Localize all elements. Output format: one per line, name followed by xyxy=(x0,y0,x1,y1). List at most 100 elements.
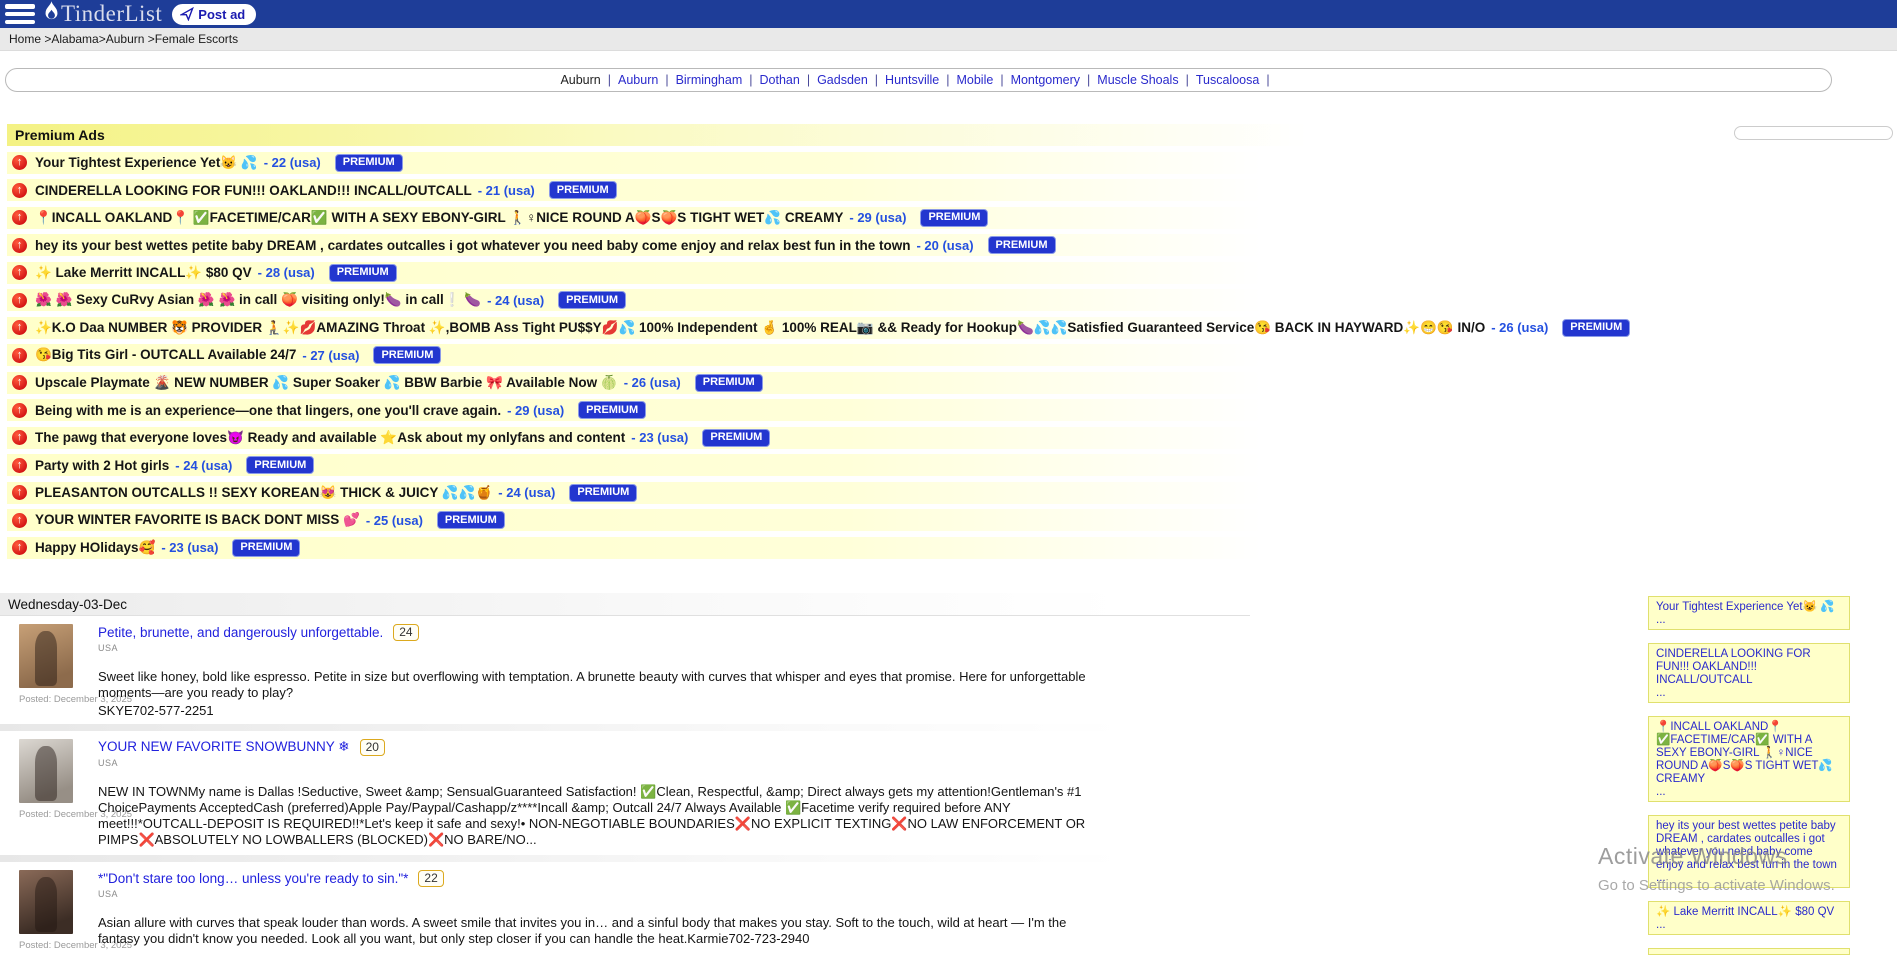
premium-ad-row[interactable]: ↑ 📍INCALL OAKLAND📍 ✅FACETIME/CAR✅ WITH A… xyxy=(7,207,1537,229)
sidebar-ad-box[interactable]: Your Tightest Experience Yet😺 💦 ... xyxy=(1648,596,1850,630)
premium-badge: PREMIUM xyxy=(578,401,646,419)
premium-ad-row[interactable]: ↑ The pawg that everyone loves😈 Ready an… xyxy=(7,427,1537,449)
premium-ad-row[interactable]: ↑ 🌺 🌺 Sexy CuRvy Asian 🌺 🌺 in call 🍑 vis… xyxy=(7,289,1537,311)
premium-badge: PREMIUM xyxy=(558,291,626,309)
sidebar-ad-title[interactable]: 📍INCALL OAKLAND📍 ✅FACETIME/CAR✅ WITH A S… xyxy=(1656,721,1842,786)
sidebar-ad-title[interactable]: Your Tightest Experience Yet😺 💦 xyxy=(1656,601,1842,614)
city-link[interactable]: Auburn xyxy=(618,73,658,87)
premium-ad-title[interactable]: ✨ Lake Merritt INCALL✨ $80 QV xyxy=(35,265,252,281)
listing-description: Asian allure with curves that speak loud… xyxy=(98,915,1103,947)
city-separator: | xyxy=(665,73,668,87)
hamburger-menu-icon[interactable] xyxy=(5,4,35,24)
listing-age-badge: 20 xyxy=(360,739,385,756)
date-header: Wednesday-03-Dec xyxy=(0,593,1250,616)
listing-description: NEW IN TOWNMy name is Dallas !Seductive,… xyxy=(98,784,1103,848)
city-separator: | xyxy=(1266,73,1269,87)
sidebar-ad-box[interactable]: 📍INCALL OAKLAND📍 ✅FACETIME/CAR✅ WITH A S… xyxy=(1648,716,1850,802)
listing-photo[interactable] xyxy=(19,624,73,688)
premium-ad-title[interactable]: ✨K.O Daa NUMBER 🐯 PROVIDER 🧎✨💋AMAZING Th… xyxy=(35,320,1485,336)
premium-ad-age-location: - 24 (usa) xyxy=(175,458,232,473)
premium-badge: PREMIUM xyxy=(920,209,988,227)
premium-ad-row[interactable]: ↑ YOUR WINTER FAVORITE IS BACK DONT MISS… xyxy=(7,509,1537,531)
empty-ad-slot xyxy=(1734,126,1893,140)
premium-ad-age-location: - 28 (usa) xyxy=(258,265,315,280)
premium-ad-row[interactable]: ↑ Your Tightest Experience Yet😺 💦 - 22 (… xyxy=(7,152,1537,174)
site-logo[interactable]: TinderList xyxy=(43,1,162,27)
city-separator: | xyxy=(875,73,878,87)
sidebar-ad-box[interactable]: ✨ Lake Merritt INCALL✨ $80 QV ... xyxy=(1648,901,1850,935)
premium-ad-title[interactable]: Your Tightest Experience Yet😺 💦 xyxy=(35,155,258,171)
premium-badge: PREMIUM xyxy=(437,511,505,529)
sidebar-ad-box[interactable]: hey its your best wettes petite baby DRE… xyxy=(1648,815,1850,888)
premium-ad-row[interactable]: ↑ ✨ Lake Merritt INCALL✨ $80 QV - 28 (us… xyxy=(7,262,1537,284)
premium-ad-title[interactable]: Being with me is an experience—one that … xyxy=(35,403,501,418)
premium-ad-row[interactable]: ↑ ✨K.O Daa NUMBER 🐯 PROVIDER 🧎✨💋AMAZING … xyxy=(7,317,1537,339)
city-nav: Auburn | Auburn | Birmingham | Dothan | … xyxy=(5,68,1832,92)
sidebar-ad-title[interactable]: CINDERELLA LOOKING FOR FUN!!! OAKLAND!!!… xyxy=(1656,648,1842,687)
breadcrumb[interactable]: Home >Alabama>Auburn >Female Escorts xyxy=(0,28,1897,51)
city-link[interactable]: Gadsden xyxy=(817,73,868,87)
paper-plane-icon xyxy=(180,7,194,21)
premium-ad-title[interactable]: 🌺 🌺 Sexy CuRvy Asian 🌺 🌺 in call 🍑 visit… xyxy=(35,292,481,308)
up-arrow-icon: ↑ xyxy=(12,485,27,500)
city-link[interactable]: Huntsville xyxy=(885,73,939,87)
city-separator: | xyxy=(1000,73,1003,87)
premium-ad-row[interactable]: ↑ hey its your best wettes petite baby D… xyxy=(7,234,1537,256)
city-link[interactable]: Birmingham xyxy=(676,73,743,87)
listing-photo[interactable] xyxy=(19,870,73,934)
listing-title-link[interactable]: *"Don't stare too long… unless you're re… xyxy=(98,871,408,886)
city-link[interactable]: Muscle Shoals xyxy=(1097,73,1178,87)
post-ad-label: Post ad xyxy=(198,7,245,22)
up-arrow-icon: ↑ xyxy=(12,403,27,418)
listing-photo[interactable] xyxy=(19,739,73,803)
premium-ad-row[interactable]: ↑ CINDERELLA LOOKING FOR FUN!!! OAKLAND!… xyxy=(7,179,1537,201)
city-separator: | xyxy=(1186,73,1189,87)
premium-ad-title[interactable]: CINDERELLA LOOKING FOR FUN!!! OAKLAND!!!… xyxy=(35,183,472,198)
listing-title-link[interactable]: Petite, brunette, and dangerously unforg… xyxy=(98,625,383,640)
premium-ad-title[interactable]: PLEASANTON OUTCALLS !! SEXY KOREAN😻 THIC… xyxy=(35,485,492,501)
premium-ad-age-location: - 21 (usa) xyxy=(478,183,535,198)
premium-ads-section: Premium Ads ↑ Your Tightest Experience Y… xyxy=(7,124,1537,559)
up-arrow-icon: ↑ xyxy=(12,430,27,445)
premium-ad-row[interactable]: ↑ Upscale Playmate 🌋 NEW NUMBER 💦 Super … xyxy=(7,372,1537,394)
sidebar-ad-title[interactable]: hey its your best wettes petite baby DRE… xyxy=(1656,820,1842,872)
premium-ad-row[interactable]: ↑ PLEASANTON OUTCALLS !! SEXY KOREAN😻 TH… xyxy=(7,482,1537,504)
premium-badge: PREMIUM xyxy=(373,346,441,364)
listing-country: USA xyxy=(98,758,1103,768)
premium-ad-row[interactable]: ↑ Being with me is an experience—one tha… xyxy=(7,399,1537,421)
listing-description: Sweet like honey, bold like espresso. Pe… xyxy=(98,669,1103,701)
up-arrow-icon: ↑ xyxy=(12,513,27,528)
premium-badge: PREMIUM xyxy=(988,236,1056,254)
sidebar-ad-ellipsis: ... xyxy=(1656,614,1842,626)
listing-title-link[interactable]: YOUR NEW FAVORITE SNOWBUNNY ❄ xyxy=(98,739,350,755)
listing-phone-line: SKYE702-577-2251 xyxy=(98,703,1103,719)
premium-ad-title[interactable]: The pawg that everyone loves😈 Ready and … xyxy=(35,430,625,446)
city-link[interactable]: Mobile xyxy=(956,73,993,87)
city-link[interactable]: Montgomery xyxy=(1011,73,1080,87)
flame-icon xyxy=(43,1,60,27)
sidebar-ad-box-cutoff[interactable] xyxy=(1648,948,1850,955)
premium-ad-title[interactable]: hey its your best wettes petite baby DRE… xyxy=(35,238,910,253)
premium-ad-title[interactable]: Upscale Playmate 🌋 NEW NUMBER 💦 Super So… xyxy=(35,375,618,391)
up-arrow-icon: ↑ xyxy=(12,265,27,280)
premium-badge: PREMIUM xyxy=(569,484,637,502)
premium-ad-title[interactable]: YOUR WINTER FAVORITE IS BACK DONT MISS 💕 xyxy=(35,512,360,528)
premium-badge: PREMIUM xyxy=(1562,319,1630,337)
city-link[interactable]: Dothan xyxy=(760,73,800,87)
premium-ad-row[interactable]: ↑ Party with 2 Hot girls - 24 (usa) PREM… xyxy=(7,454,1537,476)
city-link[interactable]: Tuscaloosa xyxy=(1196,73,1259,87)
premium-ad-title[interactable]: Happy HOlidays🥰 xyxy=(35,540,155,556)
up-arrow-icon: ↑ xyxy=(12,458,27,473)
premium-ad-row[interactable]: ↑ 😘Big Tits Girl - OUTCALL Available 24/… xyxy=(7,344,1537,366)
up-arrow-icon: ↑ xyxy=(12,183,27,198)
premium-ad-title[interactable]: Party with 2 Hot girls xyxy=(35,458,169,473)
sidebar-ad-title[interactable]: ✨ Lake Merritt INCALL✨ $80 QV xyxy=(1656,906,1842,919)
premium-ad-age-location: - 25 (usa) xyxy=(366,513,423,528)
listing-age-badge: 24 xyxy=(393,624,418,641)
post-ad-button[interactable]: Post ad xyxy=(172,4,256,25)
premium-ad-title[interactable]: 😘Big Tits Girl - OUTCALL Available 24/7 xyxy=(35,347,296,363)
premium-ad-age-location: - 24 (usa) xyxy=(487,293,544,308)
sidebar-ad-box[interactable]: CINDERELLA LOOKING FOR FUN!!! OAKLAND!!!… xyxy=(1648,643,1850,703)
premium-ad-title[interactable]: 📍INCALL OAKLAND📍 ✅FACETIME/CAR✅ WITH A S… xyxy=(35,210,843,226)
premium-ad-row[interactable]: ↑ Happy HOlidays🥰 - 23 (usa) PREMIUM xyxy=(7,537,1537,559)
